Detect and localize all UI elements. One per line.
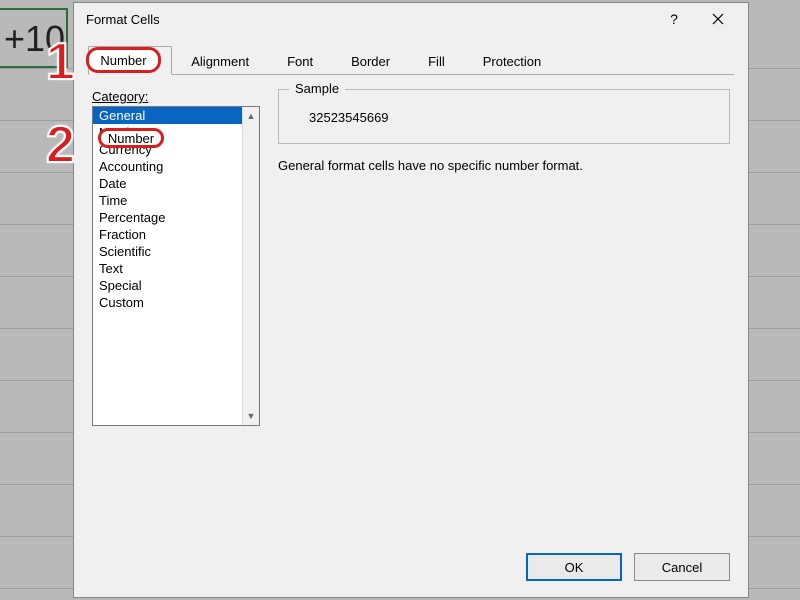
category-fraction[interactable]: Fraction [93,226,242,243]
annotation-highlight-number-category: Number [98,128,164,148]
format-detail-column: Sample 32523545669 General format cells … [278,89,730,426]
listbox-scrollbar[interactable]: ▲ ▼ [242,107,259,425]
scroll-up-icon[interactable]: ▲ [247,111,256,121]
annotation-callout-1: 1 Number [46,32,77,92]
category-scientific[interactable]: Scientific [93,243,242,260]
cancel-button[interactable]: Cancel [634,553,730,581]
category-text[interactable]: Text [93,260,242,277]
category-label: Category: [92,89,260,104]
tab-alignment[interactable]: Alignment [172,47,268,75]
close-icon [712,13,724,25]
category-time[interactable]: Time [93,192,242,209]
dialog-tabstrip: Number Alignment Font Border Fill Protec… [88,45,734,75]
close-button[interactable] [696,5,740,33]
annotation-number-1: 1 [46,32,75,92]
sample-value: 32523545669 [295,104,713,125]
ok-button[interactable]: OK [526,553,622,581]
category-accounting[interactable]: Accounting [93,158,242,175]
tab-border[interactable]: Border [332,47,409,75]
dialog-buttons: OK Cancel [526,553,730,581]
category-percentage[interactable]: Percentage [93,209,242,226]
sample-group: Sample 32523545669 [278,89,730,144]
scroll-down-icon[interactable]: ▼ [247,411,256,421]
format-description: General format cells have no specific nu… [278,158,730,173]
tab-fill[interactable]: Fill [409,47,464,75]
category-custom[interactable]: Custom [93,294,242,311]
category-listbox[interactable]: General Number Currency Accounting Date … [92,106,260,426]
category-special[interactable]: Special [93,277,242,294]
category-general[interactable]: General [93,107,242,124]
tab-protection[interactable]: Protection [464,47,561,75]
annotation-callout-2: 2 Number [46,115,77,175]
dialog-body: Category: General Number Currency Accoun… [74,75,748,440]
sample-label: Sample [289,81,345,96]
annotation-highlight-number-tab: Number [86,47,161,73]
format-cells-dialog: Format Cells ? Number Alignment Font Bor… [73,2,749,598]
dialog-titlebar: Format Cells ? [74,3,748,35]
tab-font[interactable]: Font [268,47,332,75]
dialog-title: Format Cells [86,12,652,27]
category-list-inner: General Number Currency Accounting Date … [93,107,242,425]
category-date[interactable]: Date [93,175,242,192]
annotation-number-2: 2 [46,115,75,175]
help-button[interactable]: ? [652,5,696,33]
